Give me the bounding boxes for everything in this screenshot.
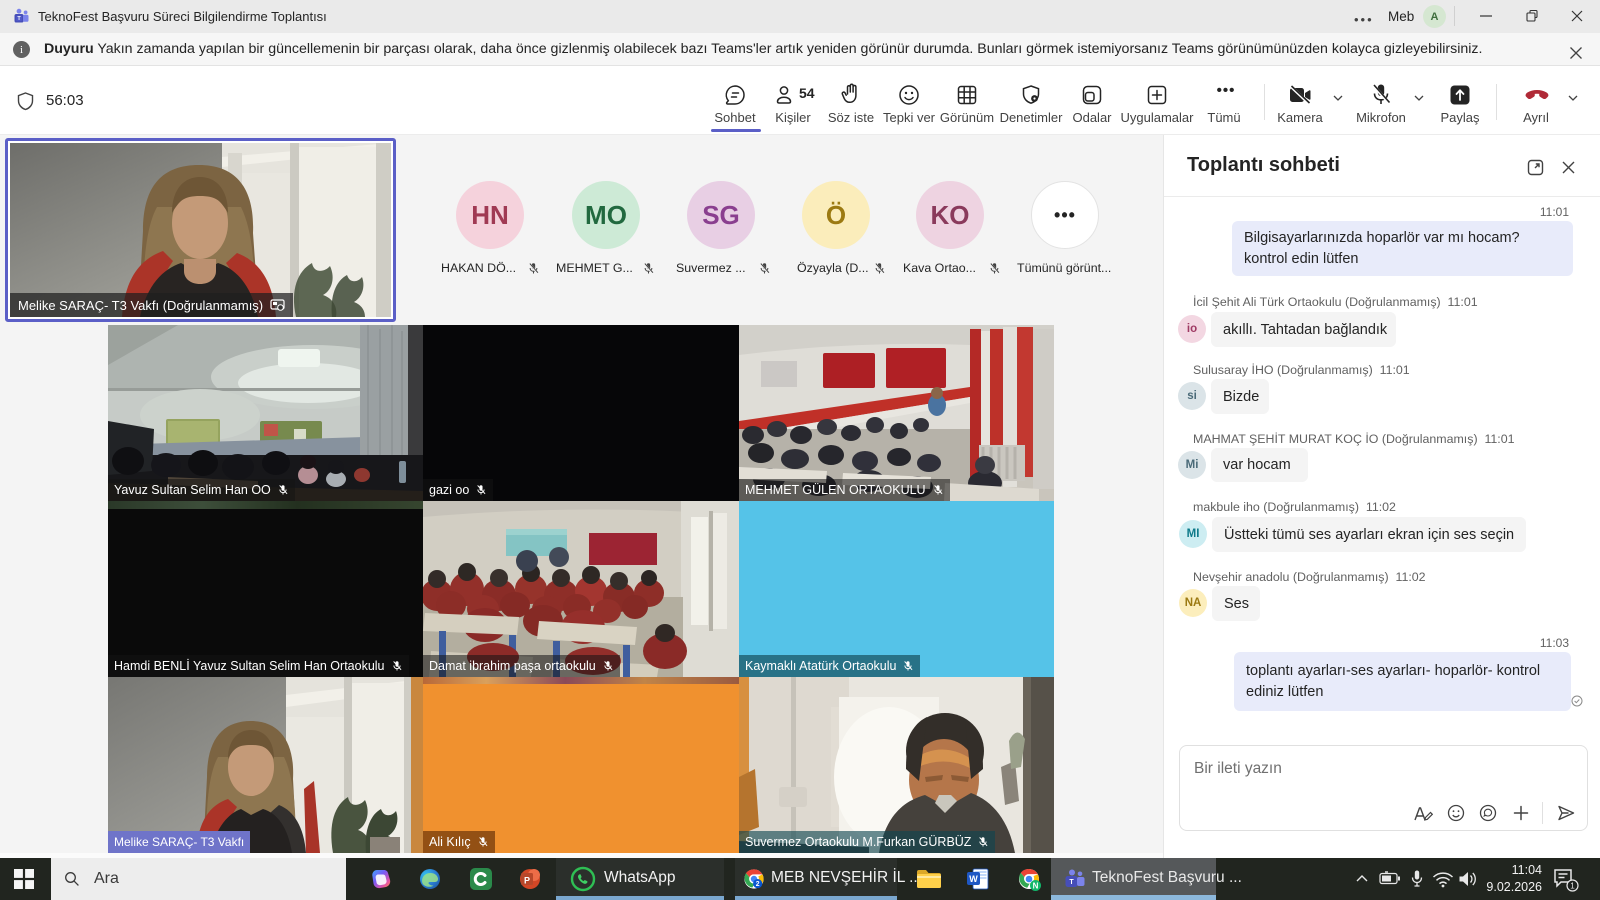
- svg-text:P: P: [524, 876, 530, 886]
- svg-text:N: N: [1033, 881, 1039, 890]
- svg-text:W: W: [969, 874, 978, 884]
- svg-text:1: 1: [1570, 882, 1575, 891]
- svg-text:2: 2: [756, 881, 760, 888]
- svg-text:T: T: [1069, 879, 1074, 886]
